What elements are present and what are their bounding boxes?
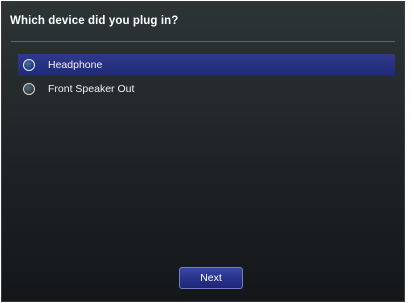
option-headphone[interactable]: Headphone xyxy=(18,54,395,76)
option-front-speaker-out[interactable]: Front Speaker Out xyxy=(18,78,395,100)
radio-unselected-icon[interactable] xyxy=(23,83,35,95)
dialog-title: Which device did you plug in? xyxy=(10,15,179,27)
device-selection-dialog: Which device did you plug in? Headphone … xyxy=(1,1,405,302)
dialog-header: Which device did you plug in? xyxy=(2,2,404,40)
radio-selected-icon[interactable] xyxy=(23,59,35,71)
option-label: Headphone xyxy=(48,59,103,71)
header-divider xyxy=(11,41,395,42)
device-options-list: Headphone Front Speaker Out xyxy=(18,54,395,102)
option-label: Front Speaker Out xyxy=(48,83,135,95)
next-button[interactable]: Next xyxy=(179,267,243,289)
